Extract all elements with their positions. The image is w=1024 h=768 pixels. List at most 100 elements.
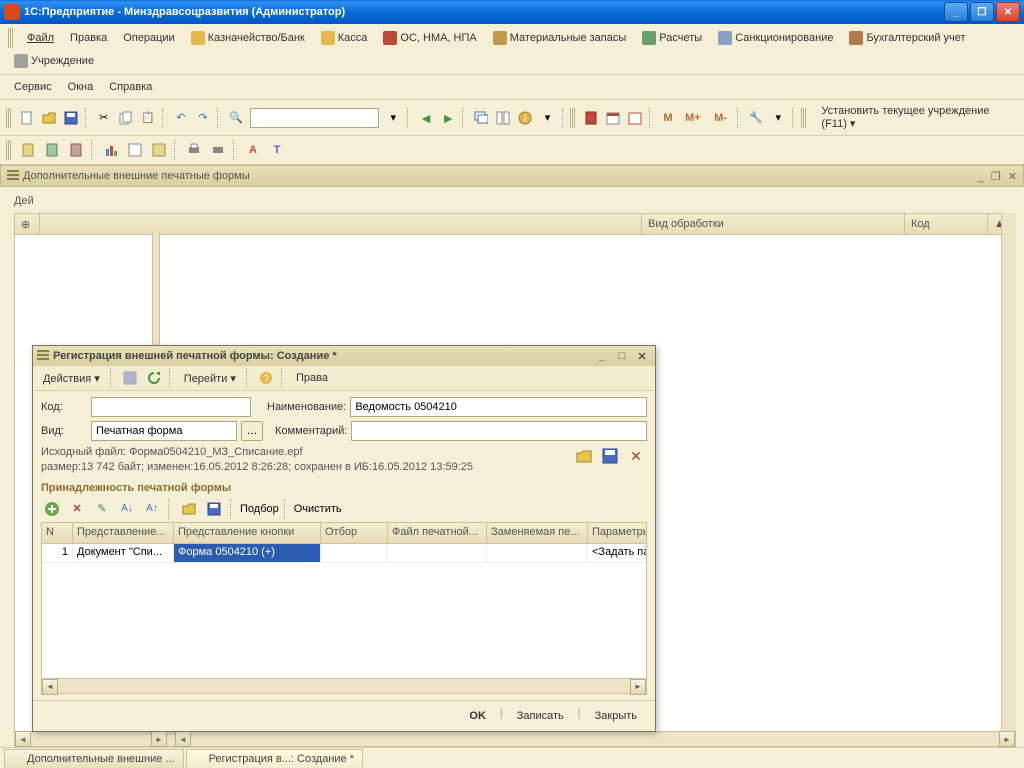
col-file[interactable]: Файл печатной... (388, 523, 487, 543)
m-button[interactable]: M (658, 107, 678, 129)
folder-button[interactable] (178, 498, 200, 520)
close-button[interactable]: ✕ (996, 2, 1020, 22)
nav-fwd-button[interactable]: ► (438, 107, 458, 129)
new-button[interactable] (16, 107, 36, 129)
scroll-left-button[interactable]: ◄ (15, 731, 31, 747)
col-n[interactable]: N (42, 523, 73, 543)
edit-button[interactable]: ✎ (91, 498, 113, 520)
col-params[interactable]: Параметры о... (588, 523, 646, 543)
redo-button[interactable]: ↷ (193, 107, 213, 129)
table-scrollbar[interactable]: ◄ ► (42, 678, 646, 693)
dialog-minimize-button[interactable]: _ (593, 348, 611, 364)
disk-button[interactable] (203, 498, 225, 520)
col-btn[interactable]: Представление кнопки (174, 523, 321, 543)
date-button[interactable] (625, 107, 645, 129)
name-input[interactable]: Ведомость 0504210 (350, 397, 647, 417)
delete-file-button[interactable]: ✕ (625, 445, 647, 467)
tile-button[interactable] (493, 107, 513, 129)
ok-button[interactable]: OK (459, 707, 496, 725)
actions-menu[interactable]: Действия ▾ (37, 370, 106, 387)
menu-cash[interactable]: Касса (315, 29, 374, 47)
chart2-button[interactable] (124, 139, 146, 161)
menu-file[interactable]: Файл (21, 30, 60, 46)
rights-button[interactable]: Права (290, 370, 334, 386)
menu-institution[interactable]: Учреждение (8, 52, 100, 70)
paste-button[interactable]: 📋 (138, 107, 158, 129)
panel-restore-button[interactable]: ❐ (991, 171, 1001, 183)
copy-button[interactable] (116, 107, 136, 129)
help-button[interactable]: i (515, 107, 535, 129)
save-button[interactable]: Записать (507, 707, 574, 725)
wrench-button[interactable]: 🔧 (746, 107, 766, 129)
open-button[interactable] (39, 107, 59, 129)
save-button[interactable] (119, 367, 141, 389)
save-button[interactable] (61, 107, 81, 129)
set-institution-button[interactable]: Установить текущее учреждение (F11) ▾ (811, 103, 1017, 132)
refresh-button[interactable] (143, 367, 165, 389)
expand-col[interactable]: ⊕ (15, 214, 40, 234)
menu-treasury[interactable]: Казначейство/Банк (185, 29, 311, 47)
dropdown-icon[interactable]: ▾ (537, 107, 557, 129)
report3-button[interactable] (65, 139, 87, 161)
search-input[interactable] (250, 108, 379, 128)
dropdown-icon[interactable]: ▾ (768, 107, 788, 129)
kind-input[interactable]: Печатная форма (91, 421, 237, 441)
menu-service[interactable]: Сервис (8, 79, 58, 95)
chart1-button[interactable] (100, 139, 122, 161)
help-button[interactable]: ? (255, 367, 277, 389)
save-file-button[interactable] (599, 445, 621, 467)
comment-input[interactable] (351, 421, 647, 441)
menu-accounting[interactable]: Бухгалтерский учет (843, 29, 971, 47)
report2-button[interactable] (41, 139, 63, 161)
menu-assets[interactable]: ОС, НМА, НПА (377, 29, 482, 47)
add-button[interactable] (41, 498, 63, 520)
col-obj[interactable]: Представление... (73, 523, 174, 543)
nav-back-button[interactable]: ◄ (416, 107, 436, 129)
cut-button[interactable]: ✂ (94, 107, 114, 129)
remove-button[interactable]: ✕ (66, 498, 88, 520)
selected-cell[interactable]: Форма 0504210 (+) (174, 544, 321, 562)
tab-registration[interactable]: Регистрация в...: Создание * (186, 749, 363, 768)
chart3-button[interactable] (148, 139, 170, 161)
open-file-button[interactable] (573, 445, 595, 467)
calendar-button[interactable] (603, 107, 623, 129)
menu-edit[interactable]: Правка (64, 30, 113, 46)
print-button[interactable] (183, 139, 205, 161)
col-filter[interactable]: Отбор (321, 523, 388, 543)
dialog-maximize-button[interactable]: □ (613, 348, 631, 364)
search-dropdown[interactable]: ▾ (383, 107, 403, 129)
col-name[interactable] (40, 214, 642, 234)
scrollbar-vertical[interactable] (1001, 213, 1016, 733)
col-replace[interactable]: Заменяемая пе... (487, 523, 588, 543)
menu-operations[interactable]: Операции (117, 30, 180, 46)
mplus-button[interactable]: M+ (680, 107, 706, 129)
undo-button[interactable]: ↶ (171, 107, 191, 129)
scroll-right-button[interactable]: ► (151, 731, 167, 747)
report1-button[interactable] (17, 139, 39, 161)
text2-button[interactable]: T (266, 139, 288, 161)
printer-button[interactable] (207, 139, 229, 161)
tab-external-forms[interactable]: Дополнительные внешние ... (4, 749, 184, 768)
text-button[interactable]: A (242, 139, 264, 161)
dialog-titlebar[interactable]: Регистрация внешней печатной формы: Созд… (33, 346, 655, 366)
scrollbar-horizontal[interactable]: ◄ ► ◄ ► (14, 731, 1016, 747)
panel-close-button[interactable]: ✕ (1008, 171, 1017, 183)
clear-button[interactable]: Очистить (294, 503, 342, 515)
sort-asc-button[interactable]: A↓ (116, 498, 138, 520)
scroll-left-button[interactable]: ◄ (175, 731, 191, 747)
goto-menu[interactable]: Перейти ▾ (178, 370, 242, 387)
dialog-close-button[interactable]: ✕ (633, 348, 651, 364)
menu-inventory[interactable]: Материальные запасы (487, 29, 633, 47)
sort-desc-button[interactable]: A↑ (141, 498, 163, 520)
windows-button[interactable] (471, 107, 491, 129)
menu-help[interactable]: Справка (103, 79, 158, 95)
scroll-right-button[interactable]: ► (999, 731, 1015, 747)
menu-calc[interactable]: Расчеты (636, 29, 708, 47)
menu-windows[interactable]: Окна (62, 79, 100, 95)
menu-sanction[interactable]: Санкционирование (712, 29, 839, 47)
minimize-button[interactable]: _ (944, 2, 968, 22)
mminus-button[interactable]: M- (708, 107, 734, 129)
close-button[interactable]: Закрыть (585, 707, 647, 725)
maximize-button[interactable]: ❐ (970, 2, 994, 22)
calc-button[interactable] (581, 107, 601, 129)
